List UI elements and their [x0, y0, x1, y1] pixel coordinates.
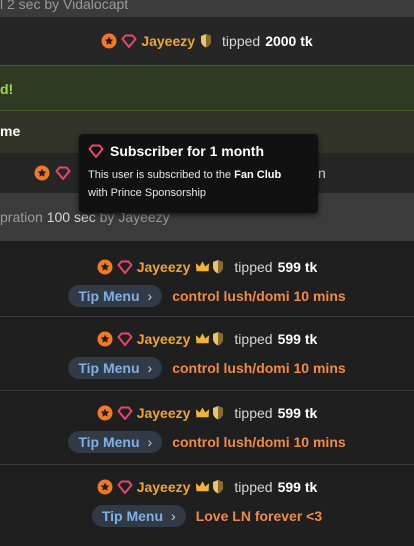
green-notice-text: d! — [0, 81, 14, 97]
chat-message-row: Jayeezy tipped 599 tk Tip Menu › control … — [0, 317, 414, 390]
tip-verb: tipped — [222, 33, 261, 49]
chevron-right-icon: › — [171, 508, 176, 524]
subscriber-tooltip: Subscriber for 1 month This user is subs… — [79, 134, 318, 213]
tip-menu-label: Tip Menu — [101, 508, 164, 524]
shield-icon — [200, 33, 212, 49]
tooltip-body-text-2: with Prince Sponsorship — [88, 187, 207, 199]
chat-message-row: Jayeezy tipped 599 tk Tip Menu › control … — [0, 391, 414, 464]
star-badge-icon[interactable] — [97, 331, 113, 347]
tip-amount: 599 tk — [277, 259, 318, 275]
crown-icon — [195, 331, 210, 347]
tip-verb: tipped — [234, 405, 273, 421]
tip-amount: 599 tk — [277, 331, 318, 347]
crown-icon — [195, 479, 210, 495]
diamond-icon[interactable] — [121, 33, 137, 49]
crown-icon — [195, 259, 210, 275]
username-link[interactable]: Jayeezy — [137, 259, 191, 275]
system-notice-text: l 2 sec by Vidalocapt — [0, 0, 129, 12]
tip-amount: 599 tk — [277, 479, 318, 495]
shield-icon — [212, 479, 224, 495]
shield-icon — [212, 331, 224, 347]
tip-menu-label: Tip Menu — [78, 360, 140, 376]
tip-amount: 2000 tk — [265, 33, 313, 49]
diamond-icon[interactable] — [117, 331, 133, 347]
star-badge-icon[interactable] — [97, 405, 113, 421]
tip-verb: tipped — [234, 331, 273, 347]
crown-icon — [195, 405, 210, 421]
tooltip-body-text: This user is subscribed to the — [88, 169, 232, 181]
chevron-right-icon: › — [147, 288, 153, 304]
username-link[interactable]: Jayeezy — [137, 331, 191, 347]
diamond-icon[interactable] — [117, 259, 133, 275]
diamond-icon[interactable] — [117, 405, 133, 421]
tip-menu-label: Tip Menu — [78, 288, 140, 304]
chevron-right-icon: › — [147, 360, 153, 376]
username-link[interactable]: Jayeezy — [137, 479, 191, 495]
tip-verb: tipped — [234, 479, 273, 495]
tooltip-fan-club: Fan Club — [234, 169, 282, 181]
shield-icon — [212, 259, 224, 275]
star-badge-icon[interactable] — [97, 479, 113, 495]
star-badge-icon[interactable] — [34, 165, 50, 181]
diamond-icon[interactable] — [117, 479, 133, 495]
shield-icon — [212, 405, 224, 421]
tip-message: control lush/domi 10 mins — [172, 360, 346, 376]
tip-menu-label: Tip Menu — [78, 434, 140, 450]
chat-message-row: Jayeezy tipped 599 tk Tip Menu › control … — [0, 241, 414, 316]
tip-amount: 599 tk — [277, 405, 318, 421]
olive-notice-text: me — [0, 123, 21, 139]
system-notice-row: l 2 sec by Vidalocapt — [0, 0, 414, 17]
chat-message-row: Jayeezy tipped 2000 tk — [0, 17, 414, 65]
diamond-icon[interactable] — [55, 165, 71, 181]
diamond-icon — [88, 143, 104, 159]
chat-message-row: Jayeezy tipped 599 tk Tip Menu › Love LN … — [0, 465, 414, 546]
hidden-row-trailing-text: n — [318, 165, 326, 181]
tip-menu-button[interactable]: Tip Menu › — [68, 431, 163, 453]
tip-message: Love LN forever <3 — [195, 508, 323, 524]
tip-menu-button[interactable]: Tip Menu › — [68, 285, 163, 307]
username-link[interactable]: Jayeezy — [137, 405, 191, 421]
duration-prefix: pration — [0, 209, 43, 225]
chevron-right-icon: › — [147, 434, 153, 450]
star-badge-icon[interactable] — [101, 33, 117, 49]
green-notice-row: d! — [0, 65, 414, 111]
tip-message: control lush/domi 10 mins — [172, 434, 346, 450]
tip-message: control lush/domi 10 mins — [172, 288, 346, 304]
tip-verb: tipped — [234, 259, 273, 275]
tip-menu-button[interactable]: Tip Menu › — [91, 505, 186, 527]
tip-menu-button[interactable]: Tip Menu › — [68, 357, 163, 379]
username-link[interactable]: Jayeezy — [141, 33, 195, 49]
star-badge-icon[interactable] — [97, 259, 113, 275]
tooltip-title: Subscriber for 1 month — [110, 143, 265, 159]
